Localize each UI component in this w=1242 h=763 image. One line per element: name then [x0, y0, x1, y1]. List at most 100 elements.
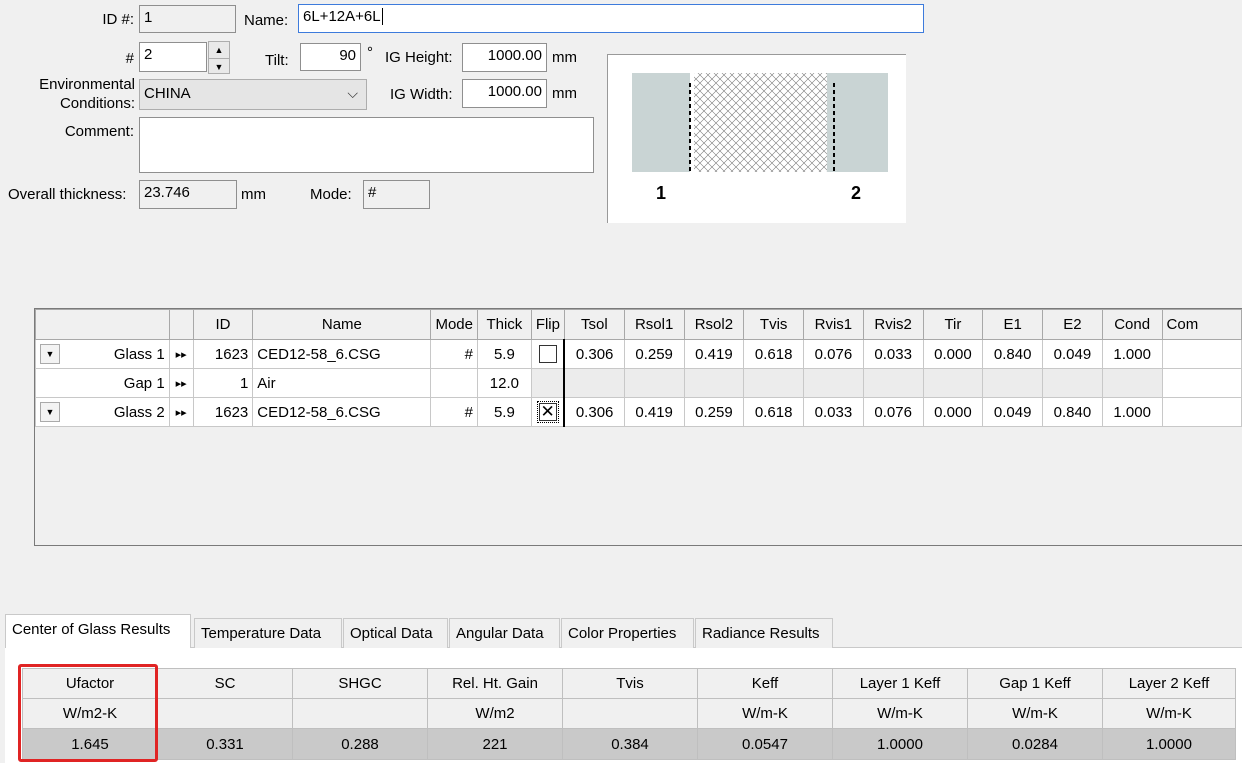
results-values-row: 1.645 0.331 0.288 221 0.384 0.0547 1.000… [22, 728, 1236, 760]
open-layer-icon[interactable]: ▸▸ [168, 397, 194, 427]
open-layer-icon[interactable]: ▸▸ [168, 339, 194, 369]
cell-rvis2: 0.076 [862, 397, 924, 427]
layer-label-cell[interactable]: ▼ Glass 1 [35, 339, 170, 369]
glass-pane-1 [632, 73, 690, 172]
result-value-gap1-keff: 0.0284 [967, 728, 1103, 760]
cell-tvis: 0.618 [743, 339, 805, 369]
layer-label: Gap 1 [123, 374, 165, 392]
layers-grid[interactable]: ID Name Mode Thick Flip Tsol Rsol1 Rsol2… [34, 308, 1242, 546]
tab-angular-data[interactable]: Angular Data [449, 618, 560, 648]
result-unit [157, 698, 293, 729]
cell-thick[interactable]: 5.9 [476, 397, 532, 427]
table-row[interactable]: Gap 1 ▸▸ 1 Air 12.0 [35, 368, 1242, 398]
cell-e2: 0.049 [1042, 339, 1103, 369]
cell-name[interactable]: CED12-58_6.CSG [252, 339, 432, 369]
cell-mode[interactable]: # [430, 339, 478, 369]
id-field[interactable]: 1 [139, 5, 236, 33]
ig-height-field[interactable]: 1000.00 [462, 43, 547, 72]
cell-flip[interactable] [530, 339, 566, 369]
cell-comment[interactable] [1161, 368, 1242, 398]
cell-id[interactable]: 1 [192, 368, 254, 398]
flip-checkbox[interactable] [538, 345, 557, 364]
ig-width-field[interactable]: 1000.00 [462, 79, 547, 108]
cell-rvis2 [862, 368, 924, 398]
col-header-flip[interactable]: Flip [530, 309, 565, 340]
comment-field[interactable] [139, 117, 594, 173]
cell-flip[interactable]: ✕ [530, 397, 566, 427]
cell-rsol2: 0.259 [683, 397, 745, 427]
col-header [168, 309, 194, 340]
tilt-field[interactable]: 90 [300, 43, 361, 71]
col-header-rsol2[interactable]: Rsol2 [683, 309, 745, 340]
env-conditions-value: CHINA [144, 85, 191, 102]
layer-label-cell[interactable]: ▼ Glass 2 [35, 397, 170, 427]
results-table: Ufactor SC SHGC Rel. Ht. Gain Tvis Keff … [22, 668, 1236, 760]
layer-label: Glass 1 [113, 345, 165, 363]
name-field[interactable]: 6L+12A+6L [298, 4, 924, 33]
flip-checkbox[interactable]: ✕ [536, 401, 559, 424]
cell-cond: 1.000 [1101, 339, 1163, 369]
col-header-name[interactable]: Name [252, 309, 432, 340]
col-header-rvis1[interactable]: Rvis1 [803, 309, 864, 340]
chevron-down-icon: ⌵ [347, 85, 358, 101]
layer-label-cell[interactable]: Gap 1 [35, 368, 170, 398]
col-header-rvis2[interactable]: Rvis2 [862, 309, 924, 340]
cell-e1: 0.049 [982, 397, 1044, 427]
result-header-sc: SC [157, 668, 293, 699]
result-value-tvis: 0.384 [562, 728, 698, 760]
spin-down-icon[interactable]: ▼ [209, 59, 229, 75]
number-spinner[interactable]: ▲ ▼ [208, 41, 230, 74]
tab-temperature-data[interactable]: Temperature Data [194, 618, 342, 648]
open-layer-icon[interactable]: ▸▸ [168, 368, 194, 398]
cell-comment[interactable] [1161, 339, 1242, 369]
cell-rvis2: 0.033 [862, 339, 924, 369]
col-header-thick[interactable]: Thick [476, 309, 532, 340]
col-header-tir[interactable]: Tir [922, 309, 984, 340]
env-label-line2: Conditions: [59, 95, 135, 112]
cell-rsol1 [623, 368, 685, 398]
gas-gap [694, 73, 827, 172]
overall-thickness-label: Overall thickness: [8, 186, 127, 203]
result-header-keff: Keff [697, 668, 833, 699]
col-header-comment[interactable]: Com [1161, 309, 1242, 340]
result-unit: W/m2 [427, 698, 563, 729]
col-header-e1[interactable]: E1 [982, 309, 1044, 340]
env-conditions-select[interactable]: CHINA ⌵ [139, 79, 367, 110]
cell-name[interactable]: CED12-58_6.CSG [252, 397, 432, 427]
tab-center-of-glass-results[interactable]: Center of Glass Results [5, 614, 191, 648]
col-header-tvis[interactable]: Tvis [743, 309, 805, 340]
col-header-rsol1[interactable]: Rsol1 [623, 309, 685, 340]
cell-tsol: 0.306 [563, 397, 625, 427]
col-header-cond[interactable]: Cond [1101, 309, 1163, 340]
result-value-sc: 0.331 [157, 728, 293, 760]
col-header-tsol[interactable]: Tsol [563, 309, 625, 340]
tab-optical-data[interactable]: Optical Data [343, 618, 448, 648]
cell-comment[interactable] [1161, 397, 1242, 427]
cell-name[interactable]: Air [252, 368, 432, 398]
cell-thick[interactable]: 5.9 [476, 339, 532, 369]
result-value-shgc: 0.288 [292, 728, 428, 760]
row-dropdown-icon[interactable]: ▼ [40, 402, 60, 422]
cell-rsol2 [683, 368, 745, 398]
table-row[interactable]: ▼ Glass 1 ▸▸ 1623 CED12-58_6.CSG # 5.9 0… [35, 339, 1242, 369]
results-header-row: Ufactor SC SHGC Rel. Ht. Gain Tvis Keff … [22, 668, 1236, 699]
spin-up-icon[interactable]: ▲ [209, 42, 229, 59]
table-row[interactable]: ▼ Glass 2 ▸▸ 1623 CED12-58_6.CSG # 5.9 ✕… [35, 397, 1242, 427]
cell-thick[interactable]: 12.0 [476, 368, 532, 398]
pane-label-1: 1 [656, 183, 667, 203]
tab-color-properties[interactable]: Color Properties [561, 618, 694, 648]
cell-id[interactable]: 1623 [192, 397, 254, 427]
cell-mode[interactable]: # [430, 397, 478, 427]
row-dropdown-icon[interactable]: ▼ [40, 344, 60, 364]
col-header-mode[interactable]: Mode [430, 309, 478, 340]
glazing-cross-section [632, 73, 888, 172]
col-header-id[interactable]: ID [192, 309, 254, 340]
pane-label-2: 2 [851, 183, 862, 203]
result-header-shgc: SHGC [292, 668, 428, 699]
col-header-e2[interactable]: E2 [1042, 309, 1103, 340]
glazing-preview: 1 2 [607, 54, 906, 223]
cell-id[interactable]: 1623 [192, 339, 254, 369]
number-field[interactable]: 2 [139, 42, 207, 72]
result-unit: W/m-K [967, 698, 1103, 729]
tab-radiance-results[interactable]: Radiance Results [695, 618, 833, 648]
